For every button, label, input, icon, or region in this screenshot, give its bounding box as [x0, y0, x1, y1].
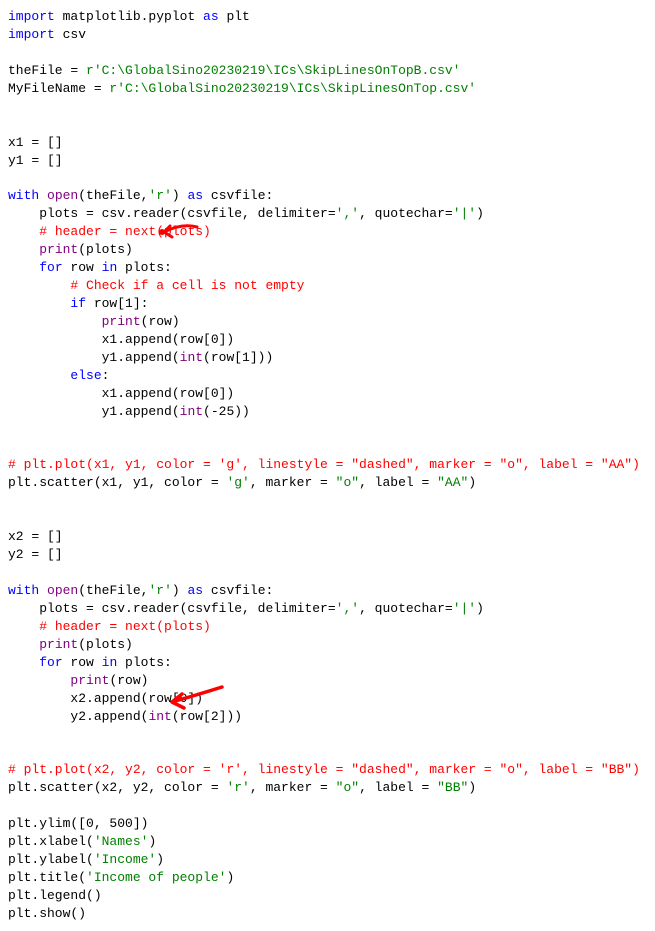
code-block: import matplotlib.pyplot as plt import c…: [8, 8, 647, 923]
kw-import: import: [8, 9, 55, 24]
